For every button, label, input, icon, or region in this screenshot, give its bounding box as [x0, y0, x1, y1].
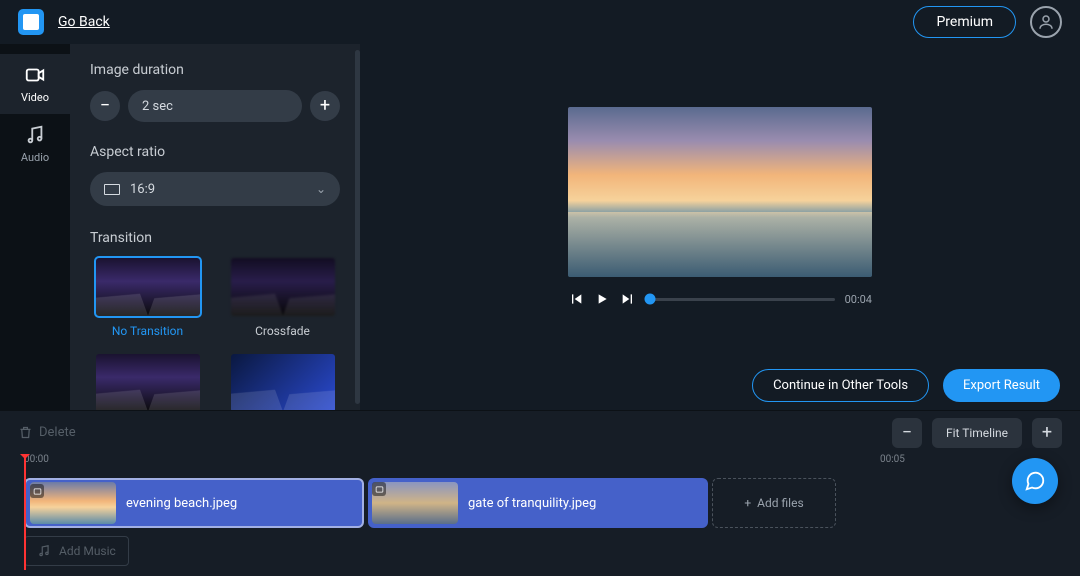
- add-music-label: Add Music: [59, 544, 116, 558]
- transition-thumb: [231, 258, 335, 316]
- next-button[interactable]: [620, 291, 636, 307]
- video-player: 00:04: [568, 107, 872, 307]
- trash-icon: [18, 425, 33, 440]
- player-controls: 00:04: [568, 291, 872, 307]
- audio-track: Add Music: [24, 536, 1056, 566]
- fit-timeline-button[interactable]: Fit Timeline: [932, 418, 1022, 448]
- add-music-button[interactable]: Add Music: [24, 536, 129, 566]
- go-back-link[interactable]: Go Back: [58, 14, 110, 30]
- current-time: 00:04: [845, 293, 872, 306]
- plus-icon: +: [744, 496, 751, 510]
- help-button[interactable]: [1012, 458, 1058, 504]
- timeline-clip[interactable]: gate of tranquility.jpeg: [368, 478, 708, 528]
- timeline-toolbar: Delete − Fit Timeline +: [0, 410, 1080, 454]
- duration-value[interactable]: 2 sec: [128, 90, 302, 122]
- transition-label: Transition: [90, 230, 340, 246]
- skip-back-icon: [568, 291, 584, 307]
- aspect-ratio-icon: [104, 184, 120, 195]
- aspect-ratio-value: 16:9: [130, 182, 155, 197]
- transition-item[interactable]: [225, 354, 340, 410]
- delete-label: Delete: [39, 425, 76, 440]
- image-duration-stepper: − 2 sec +: [90, 90, 340, 122]
- video-track: evening beach.jpeg gate of tranquility.j…: [24, 478, 1056, 528]
- transition-item[interactable]: [90, 354, 205, 410]
- preview-column: 00:04 Continue in Other Tools Export Res…: [360, 44, 1080, 410]
- rail-tab-audio[interactable]: Audio: [0, 114, 70, 174]
- rail-tab-audio-label: Audio: [21, 151, 49, 164]
- export-result-button[interactable]: Export Result: [943, 369, 1060, 402]
- chevron-down-icon: ⌄: [316, 182, 326, 196]
- seek-handle[interactable]: [645, 294, 656, 305]
- prev-button[interactable]: [568, 291, 584, 307]
- timeline-ruler[interactable]: 00:00 00:05: [0, 454, 1080, 472]
- action-bar: Continue in Other Tools Export Result: [360, 360, 1080, 410]
- image-icon: [30, 484, 44, 498]
- audio-icon: [24, 124, 46, 146]
- aspect-ratio-label: Aspect ratio: [90, 144, 340, 160]
- rail-tab-video-label: Video: [21, 91, 49, 104]
- delete-button[interactable]: Delete: [18, 425, 76, 440]
- skip-forward-icon: [620, 291, 636, 307]
- image-icon: [372, 482, 386, 496]
- preview-screen[interactable]: [568, 107, 872, 277]
- preview-stage: 00:04: [360, 44, 1080, 360]
- playhead[interactable]: [24, 456, 26, 570]
- duration-increase-button[interactable]: +: [310, 91, 340, 121]
- clip-label: evening beach.jpeg: [126, 496, 237, 511]
- transition-thumb: [96, 258, 200, 316]
- zoom-in-button[interactable]: +: [1032, 418, 1062, 448]
- transition-label-text: No Transition: [112, 324, 183, 338]
- video-icon: [24, 64, 46, 86]
- duration-decrease-button[interactable]: −: [90, 91, 120, 121]
- add-files-label: Add files: [757, 496, 803, 510]
- settings-panel: Image duration − 2 sec + Aspect ratio 16…: [70, 44, 360, 410]
- left-rail: Video Audio: [0, 44, 70, 410]
- premium-button[interactable]: Premium: [913, 6, 1016, 38]
- add-files-button[interactable]: + Add files: [712, 478, 836, 528]
- aspect-ratio-select[interactable]: 16:9 ⌄: [90, 172, 340, 206]
- continue-other-tools-button[interactable]: Continue in Other Tools: [752, 369, 929, 402]
- play-icon: [594, 291, 610, 307]
- ruler-mark: 00:05: [880, 454, 905, 465]
- transition-thumb: [231, 354, 335, 410]
- rail-tab-video[interactable]: Video: [0, 54, 70, 114]
- timeline-area: Delete − Fit Timeline + 00:00 00:05 even…: [0, 410, 1080, 576]
- chat-icon: [1024, 470, 1046, 492]
- account-avatar[interactable]: [1030, 6, 1062, 38]
- transition-label-text: Crossfade: [255, 324, 310, 338]
- image-duration-label: Image duration: [90, 62, 340, 78]
- app-logo: [18, 9, 44, 35]
- transition-thumb: [96, 354, 200, 410]
- transition-grid: No Transition Crossfade: [90, 258, 340, 410]
- clip-label: gate of tranquility.jpeg: [468, 496, 596, 511]
- user-icon: [1037, 13, 1055, 31]
- timeline-tracks: evening beach.jpeg gate of tranquility.j…: [0, 472, 1080, 576]
- music-icon: [37, 544, 51, 558]
- play-button[interactable]: [594, 291, 610, 307]
- timeline-clip[interactable]: evening beach.jpeg: [24, 478, 364, 528]
- seek-slider[interactable]: [646, 298, 835, 301]
- top-bar: Go Back Premium: [0, 0, 1080, 44]
- transition-crossfade[interactable]: Crossfade: [225, 258, 340, 338]
- zoom-out-button[interactable]: −: [892, 418, 922, 448]
- transition-no-transition[interactable]: No Transition: [90, 258, 205, 338]
